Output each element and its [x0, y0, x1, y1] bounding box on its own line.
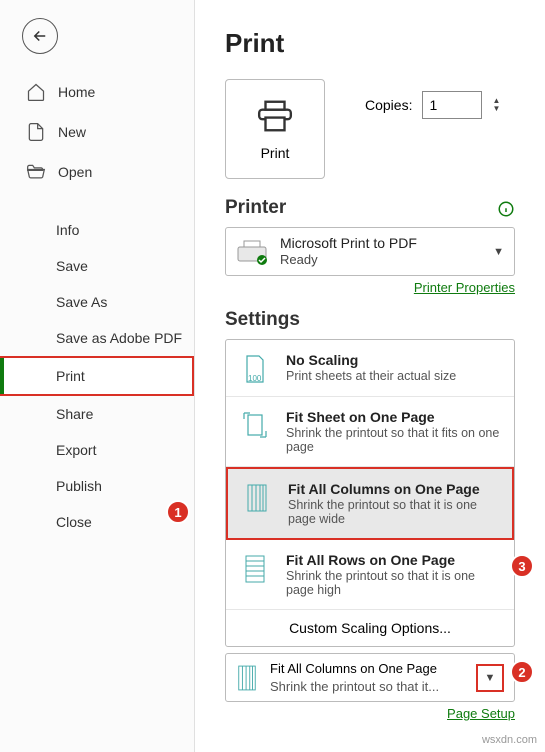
sidebar-item-label: Share [56, 406, 93, 422]
option-fit-columns[interactable]: Fit All Columns on One Page Shrink the p… [226, 467, 514, 540]
printer-device-icon [236, 239, 268, 265]
option-no-scaling[interactable]: 100 No Scaling Print sheets at their act… [226, 340, 514, 397]
sidebar-item-new[interactable]: New [0, 112, 194, 152]
option-title: No Scaling [286, 352, 500, 368]
sidebar-item-label: Save [56, 258, 88, 274]
option-fit-rows[interactable]: Fit All Rows on One Page Shrink the prin… [226, 540, 514, 610]
page-title: Print [225, 28, 515, 59]
printer-name: Microsoft Print to PDF [280, 234, 481, 252]
print-button-label: Print [261, 145, 290, 161]
option-title: Fit All Rows on One Page [286, 552, 500, 568]
back-button[interactable] [22, 18, 58, 54]
info-icon[interactable] [497, 200, 515, 223]
watermark: wsxdn.com [482, 734, 537, 746]
scaling-dropdown[interactable]: Fit All Columns on One Page Shrink the p… [225, 653, 515, 702]
scaling-dropdown-toggle[interactable]: ▼ [476, 664, 504, 692]
settings-heading: Settings [225, 309, 515, 331]
option-title: Fit Sheet on One Page [286, 409, 500, 425]
sidebar-item-label: New [58, 124, 86, 140]
option-desc: Shrink the printout so that it is one pa… [286, 569, 500, 597]
current-scaling-title: Fit All Columns on One Page [270, 660, 464, 678]
sidebar-item-label: Save as Adobe PDF [56, 330, 182, 346]
printer-heading: Printer [225, 197, 515, 219]
sidebar-item-label: Print [56, 368, 85, 384]
printer-dropdown[interactable]: Microsoft Print to PDF Ready ▼ [225, 227, 515, 276]
sidebar-item-label: Export [56, 442, 96, 458]
sidebar-item-home[interactable]: Home [0, 72, 194, 112]
home-icon [26, 82, 46, 102]
sidebar-item-save[interactable]: Save [0, 248, 194, 284]
page-100-icon: 100 [243, 354, 267, 384]
sidebar-item-label: Info [56, 222, 79, 238]
sidebar-item-label: Open [58, 164, 92, 180]
sidebar-item-label: Home [58, 84, 95, 100]
sidebar-item-close[interactable]: Close [0, 504, 194, 540]
option-title: Fit All Columns on One Page [288, 481, 498, 497]
custom-scaling-options[interactable]: Custom Scaling Options... [226, 610, 514, 646]
chevron-down-icon: ▼ [485, 672, 496, 684]
option-desc: Shrink the printout so that it fits on o… [286, 426, 500, 454]
copies-input[interactable] [422, 91, 482, 119]
printer-status: Ready [280, 252, 481, 269]
copies-down[interactable]: ▼ [492, 105, 500, 113]
document-icon [26, 122, 46, 142]
sidebar-item-open[interactable]: Open [0, 152, 194, 192]
fit-columns-icon [245, 483, 269, 513]
sidebar-item-share[interactable]: Share [0, 396, 194, 432]
copies-label: Copies: [365, 97, 412, 113]
page-setup-link[interactable]: Page Setup [225, 706, 515, 721]
sidebar-item-save-adobe[interactable]: Save as Adobe PDF [0, 320, 194, 356]
sidebar-item-label: Save As [56, 294, 107, 310]
option-desc: Shrink the printout so that it is one pa… [288, 498, 498, 526]
sidebar-item-publish[interactable]: Publish [0, 468, 194, 504]
sidebar-item-label: Close [56, 514, 92, 530]
fit-columns-icon [236, 664, 258, 692]
sidebar-item-info[interactable]: Info [0, 212, 194, 248]
current-scaling-desc: Shrink the printout so that it... [270, 678, 464, 696]
sidebar-item-label: Publish [56, 478, 102, 494]
annotation-badge-2: 2 [510, 660, 534, 684]
printer-icon [256, 97, 294, 135]
svg-text:100: 100 [248, 374, 262, 383]
annotation-badge-3: 3 [510, 554, 534, 578]
option-desc: Print sheets at their actual size [286, 369, 500, 383]
printer-properties-link[interactable]: Printer Properties [225, 280, 515, 295]
option-fit-sheet[interactable]: Fit Sheet on One Page Shrink the printou… [226, 397, 514, 467]
print-button[interactable]: Print [225, 79, 325, 179]
sidebar-item-print[interactable]: Print [0, 356, 194, 396]
fit-rows-icon [243, 554, 267, 584]
sidebar-item-saveas[interactable]: Save As [0, 284, 194, 320]
sidebar-item-export[interactable]: Export [0, 432, 194, 468]
annotation-badge-1: 1 [166, 500, 190, 524]
fit-page-icon [242, 411, 268, 439]
chevron-down-icon: ▼ [493, 246, 504, 258]
scaling-options-panel: 100 No Scaling Print sheets at their act… [225, 339, 515, 647]
folder-open-icon [26, 162, 46, 182]
